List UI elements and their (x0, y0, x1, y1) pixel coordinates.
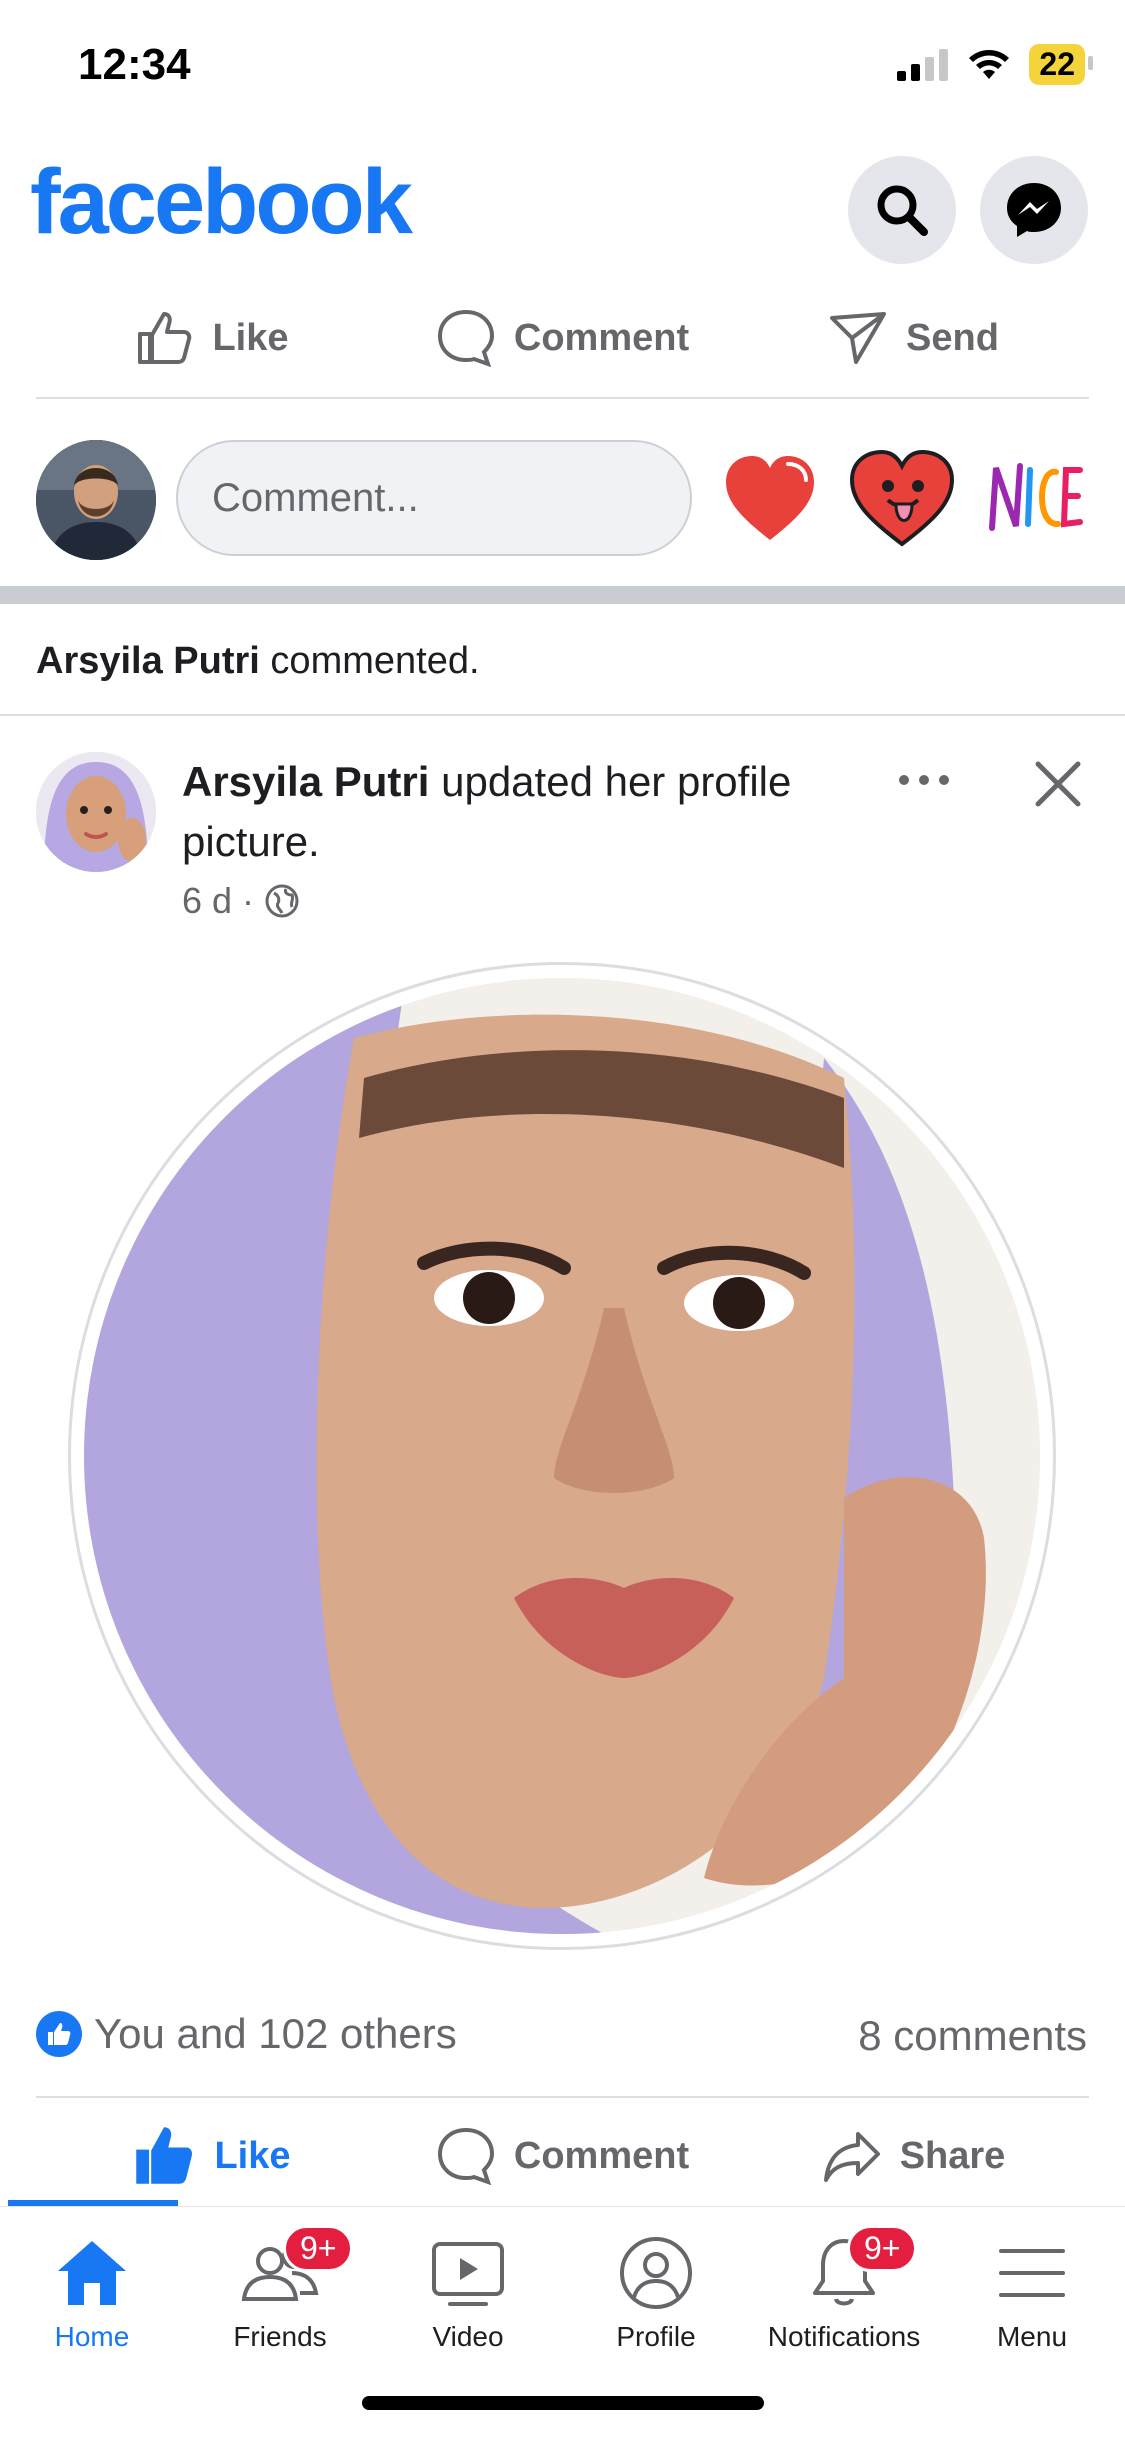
post-comment-button[interactable]: Comment (387, 2126, 738, 2186)
activity-name[interactable]: Arsyila Putri (36, 640, 260, 682)
tab-notifications[interactable]: 9+ Notifications (750, 2225, 938, 2353)
tab-home[interactable]: Home (0, 2233, 186, 2353)
hide-post-button[interactable] (1030, 756, 1086, 817)
comment-label: Comment (513, 316, 690, 359)
post-share-button[interactable]: Share (738, 2126, 1089, 2186)
comment-button[interactable]: Comment (387, 308, 738, 368)
send-icon (830, 312, 887, 364)
tab-friends[interactable]: 9+ Friends (186, 2225, 374, 2353)
reactions-summary[interactable]: You and 102 others (36, 2010, 457, 2058)
status-time: 12:34 (78, 40, 191, 89)
search-button[interactable] (848, 156, 956, 264)
friends-badge: 9+ (283, 2225, 354, 2272)
activity-text: commented. (259, 640, 480, 682)
messenger-icon (1007, 183, 1061, 237)
heart-sticker-icon[interactable] (722, 452, 818, 546)
globe-icon (265, 884, 299, 918)
home-icon (58, 2241, 126, 2305)
meta-separator: · (242, 880, 255, 921)
divider (36, 397, 1089, 399)
divider (0, 714, 1125, 716)
tab-menu-label: Menu (996, 2321, 1068, 2352)
profile-icon (620, 2237, 692, 2309)
tab-friends-label: Friends (233, 2321, 327, 2352)
post-title: Arsyila Putri updated her profile pictur… (182, 752, 842, 872)
like-filled-icon (136, 2127, 193, 2184)
section-divider (0, 586, 1125, 604)
tab-video-label: Video (432, 2321, 504, 2352)
home-indicator[interactable] (362, 2396, 764, 2410)
share-icon (823, 2132, 880, 2182)
tab-profile[interactable]: Profile (562, 2233, 750, 2353)
wifi-icon (969, 49, 1010, 79)
tab-profile-label: Profile (616, 2321, 696, 2352)
comment-icon (437, 309, 494, 368)
notifications-badge: 9+ (847, 2225, 918, 2272)
like-reaction-icon (36, 2011, 82, 2057)
post-author[interactable]: Arsyila Putri (182, 758, 429, 805)
send-button[interactable]: Send (738, 308, 1089, 368)
comment-input[interactable]: Comment... (176, 440, 692, 556)
post-time[interactable]: 6 d (182, 880, 232, 922)
comments-count[interactable]: 8 comments (858, 2012, 1087, 2060)
tab-home-label: Home (54, 2321, 130, 2352)
more-options-button[interactable] (894, 762, 954, 803)
tab-notifications-label: Notifications (767, 2321, 921, 2352)
reactions-text: You and 102 others (94, 2010, 457, 2057)
like-icon (138, 312, 192, 364)
like-button[interactable]: Like (36, 308, 387, 368)
author-avatar[interactable] (36, 752, 156, 872)
video-icon (432, 2242, 504, 2306)
battery-indicator: 22 (1029, 44, 1093, 85)
top-action-row: Like Comment Send (36, 282, 1089, 394)
nice-sticker-icon[interactable] (986, 448, 1086, 552)
more-icon (899, 775, 949, 785)
profile-picture[interactable] (84, 978, 1040, 1934)
post-action-row: Like Comment Share (36, 2100, 1089, 2212)
post-like-button[interactable]: Like (36, 2124, 387, 2188)
divider (36, 2096, 1089, 2098)
send-label: Send (906, 316, 999, 359)
post-share-label: Share (899, 2134, 1006, 2177)
post-like-label: Like (214, 2134, 291, 2177)
comment-icon (437, 2127, 494, 2186)
post-meta: 6 d · (182, 880, 300, 922)
search-icon (877, 185, 928, 236)
post-comment-label: Comment (513, 2134, 690, 2177)
facebook-logo[interactable]: facebook (30, 150, 413, 255)
like-label: Like (212, 316, 289, 359)
menu-icon (999, 2249, 1065, 2297)
status-icons: 22 (897, 44, 1093, 85)
tab-menu[interactable]: Menu (938, 2233, 1125, 2353)
signal-icon (897, 48, 949, 81)
close-icon (1035, 761, 1081, 807)
messenger-button[interactable] (980, 156, 1088, 264)
tab-video[interactable]: Video (374, 2233, 562, 2353)
heart-face-sticker-icon[interactable] (846, 446, 958, 554)
activity-line[interactable]: Arsyila Putri commented. (36, 640, 480, 683)
current-user-avatar[interactable] (36, 440, 156, 560)
